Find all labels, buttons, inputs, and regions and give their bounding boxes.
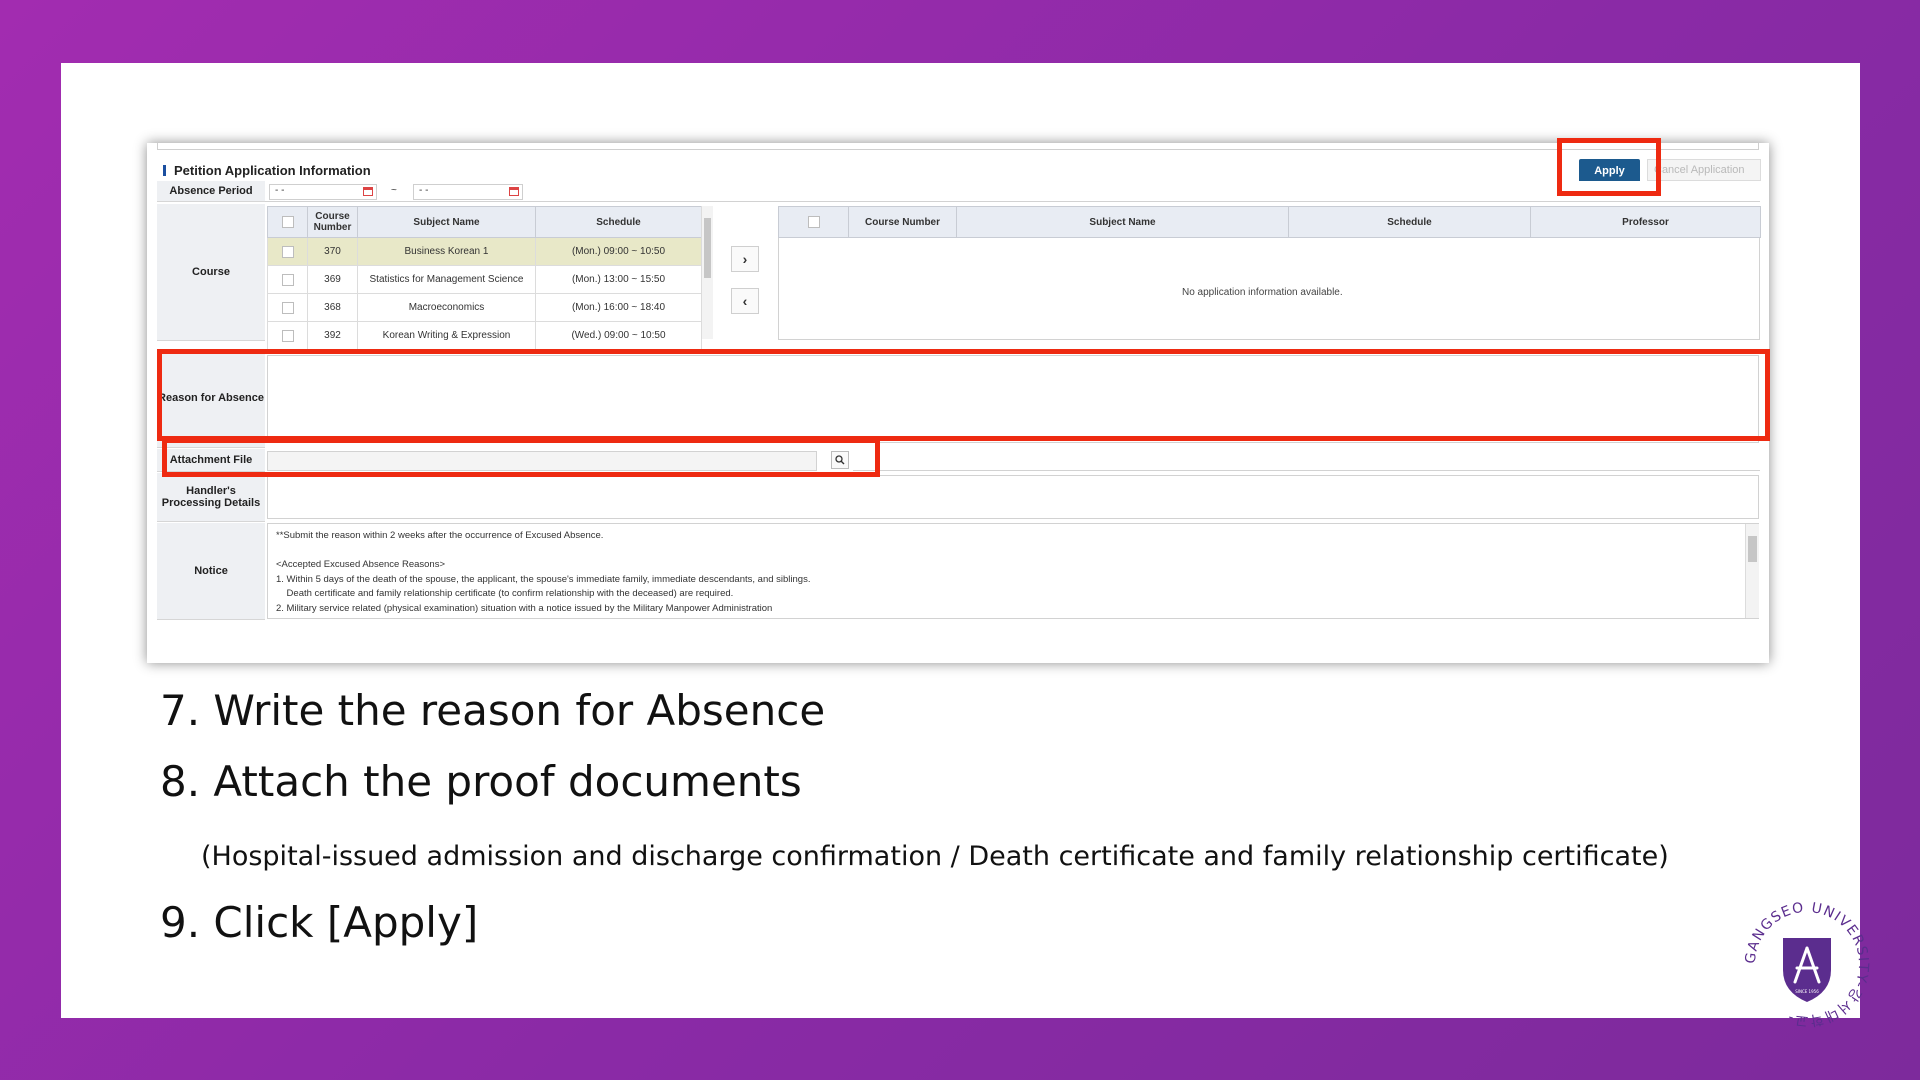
slide-panel: Petition Application Information Apply C… — [61, 63, 1870, 1028]
row-checkbox[interactable] — [281, 329, 294, 342]
row-checkbox-cell[interactable] — [267, 293, 308, 322]
course-label: Course — [157, 204, 265, 341]
section-title-text: Petition Application Information — [174, 163, 371, 178]
subject-name-header: Subject Name — [357, 206, 536, 238]
attachment-highlight-box — [162, 438, 880, 477]
section-marker — [163, 165, 166, 176]
row-checkbox[interactable] — [281, 245, 294, 258]
scrollbar-thumb[interactable] — [704, 218, 711, 278]
form-top-border — [157, 143, 1759, 150]
handler-label: Handler's Processing Details — [157, 473, 265, 522]
row-checkbox-cell[interactable] — [267, 321, 308, 350]
applied-courses-table: Course Number Subject Name Schedule Prof… — [778, 206, 1761, 238]
table-row[interactable]: 368 Macroeconomics (Mon.) 16:00 ~ 18:40 — [267, 293, 702, 322]
course-number-header: Course Number — [307, 206, 358, 238]
table-row[interactable]: 370 Business Korean 1 (Mon.) 09:00 ~ 10:… — [267, 237, 702, 266]
attachment-row-line — [853, 451, 1760, 471]
step-7-text: 7. Write the reason for Absence — [160, 686, 826, 735]
notice-label: Notice — [157, 523, 265, 620]
schedule-cell: (Mon.) 09:00 ~ 10:50 — [535, 237, 702, 266]
notice-textbox: **Submit the reason within 2 weeks after… — [267, 523, 1759, 619]
table-row[interactable]: 369 Statistics for Management Science (M… — [267, 265, 702, 294]
subject-name-cell: Statistics for Management Science — [357, 265, 536, 294]
schedule-header: Schedule — [535, 206, 702, 238]
apply-highlight-box — [1557, 138, 1661, 196]
university-logo: GANGSEO UNIVERSITY-강서대학교- SINCE 1956 — [1743, 900, 1870, 1029]
subject-name-header: Subject Name — [956, 206, 1289, 238]
start-date-value: - - — [275, 185, 285, 196]
professor-header: Professor — [1530, 206, 1761, 238]
move-left-button[interactable]: ‹ — [731, 288, 759, 314]
courses-scrollbar[interactable] — [701, 206, 713, 339]
chevron-left-icon: ‹ — [742, 293, 748, 309]
select-all-header — [778, 206, 849, 238]
end-date-input[interactable]: - - — [413, 184, 523, 200]
row-checkbox[interactable] — [281, 301, 294, 314]
select-all-checkbox[interactable] — [281, 216, 294, 228]
row-checkbox[interactable] — [281, 273, 294, 286]
row-checkbox-cell[interactable] — [267, 265, 308, 294]
cancel-application-button[interactable]: Cancel Application — [1647, 159, 1761, 181]
schedule-cell: (Mon.) 13:00 ~ 15:50 — [535, 265, 702, 294]
subject-name-cell: Business Korean 1 — [357, 237, 536, 266]
subject-name-cell: Macroeconomics — [357, 293, 536, 322]
logo-since-text: SINCE 1956 — [1795, 989, 1819, 994]
absence-period-label: Absence Period — [157, 181, 265, 202]
notice-scrollbar[interactable] — [1745, 524, 1759, 618]
row-checkbox-cell[interactable] — [267, 237, 308, 266]
table-row[interactable]: 392 Korean Writing & Expression (Wed.) 0… — [267, 321, 702, 350]
date-separator: ~ — [391, 185, 397, 196]
step-8-detail-text: (Hospital-issued admission and discharge… — [201, 841, 1669, 872]
step-8-text: 8. Attach the proof documents — [160, 757, 802, 806]
end-date-value: - - — [419, 185, 429, 196]
schedule-header: Schedule — [1288, 206, 1531, 238]
course-number-cell: 370 — [307, 237, 358, 266]
scrollbar-thumb[interactable] — [1748, 536, 1757, 562]
course-number-cell: 368 — [307, 293, 358, 322]
chevron-right-icon: › — [742, 251, 748, 267]
move-right-button[interactable]: › — [731, 246, 759, 272]
table-header-row: Course Number Subject Name Schedule Prof… — [778, 206, 1761, 238]
empty-message: No application information available. — [1182, 287, 1343, 298]
course-number-header: Course Number — [848, 206, 957, 238]
reason-highlight-box — [157, 349, 1770, 441]
subject-name-cell: Korean Writing & Expression — [357, 321, 536, 350]
handler-details-field — [267, 475, 1759, 519]
calendar-icon[interactable] — [363, 187, 373, 196]
step-9-text: 9. Click [Apply] — [160, 898, 479, 947]
schedule-cell: (Wed.) 09:00 ~ 10:50 — [535, 321, 702, 350]
start-date-input[interactable]: - - — [269, 184, 377, 200]
schedule-cell: (Mon.) 16:00 ~ 18:40 — [535, 293, 702, 322]
course-number-cell: 369 — [307, 265, 358, 294]
course-number-cell: 392 — [307, 321, 358, 350]
select-all-checkbox[interactable] — [807, 216, 820, 228]
table-header-row: Course Number Subject Name Schedule — [267, 206, 702, 238]
section-title: Petition Application Information — [163, 163, 371, 178]
available-courses-table: Course Number Subject Name Schedule 370 … — [267, 206, 702, 350]
calendar-icon[interactable] — [509, 187, 519, 196]
select-all-header — [267, 206, 308, 238]
